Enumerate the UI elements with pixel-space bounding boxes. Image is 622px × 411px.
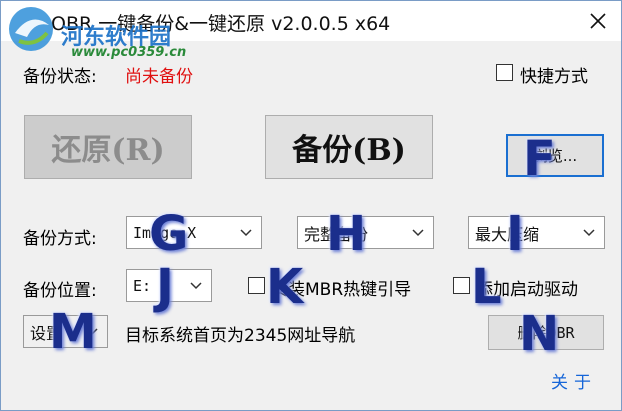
browse-button[interactable]: 浏览... bbox=[506, 134, 604, 177]
compression-value: 最大压缩 bbox=[475, 224, 540, 244]
close-button[interactable] bbox=[575, 1, 621, 41]
restore-button[interactable]: 还原(R) bbox=[24, 115, 192, 179]
watermark-url: www.pc0359.cn bbox=[71, 45, 187, 60]
watermark-logo-icon bbox=[9, 7, 53, 51]
drive-select-value: E: bbox=[133, 276, 152, 295]
image-select-value: Image:X bbox=[133, 223, 197, 242]
chevron-down-icon bbox=[86, 327, 98, 335]
app-window: OBR 一键备份&一键还原 v2.0.0.5 x64 河东软件园 www.pc0… bbox=[0, 0, 622, 411]
homepage-note: 目标系统首页为2345网址导航 bbox=[125, 326, 356, 346]
install-hotkey-checkbox[interactable] bbox=[248, 277, 265, 294]
add-boot-driver-label: 添加启动驱动 bbox=[476, 280, 578, 300]
status-value: 尚未备份 bbox=[125, 67, 193, 87]
image-select[interactable]: Image:X bbox=[126, 216, 262, 249]
chevron-down-icon bbox=[412, 228, 424, 236]
backup-button[interactable]: 备份(B) bbox=[265, 115, 433, 179]
drive-select[interactable]: E: bbox=[126, 269, 212, 302]
backup-location-label: 备份位置: bbox=[23, 281, 97, 301]
close-icon bbox=[590, 13, 606, 29]
chevron-down-icon bbox=[583, 228, 595, 236]
backup-mode-label: 备份方式: bbox=[23, 229, 97, 249]
install-hotkey-label: 安装MBR热键引导 bbox=[271, 280, 412, 300]
status-label: 备份状态: bbox=[23, 67, 97, 87]
shortcut-checkbox[interactable] bbox=[496, 64, 513, 81]
chevron-down-icon bbox=[190, 281, 202, 289]
backup-type-select[interactable]: 完整备份 bbox=[297, 216, 434, 249]
chevron-down-icon bbox=[240, 228, 252, 236]
add-boot-driver-checkbox[interactable] bbox=[453, 277, 470, 294]
about-link[interactable]: 关于 bbox=[551, 368, 597, 393]
settings-select-value: 设置 bbox=[30, 323, 63, 343]
settings-select[interactable]: 设置 bbox=[23, 315, 108, 348]
shortcut-label: 快捷方式 bbox=[520, 67, 588, 87]
delete-obr-button[interactable]: 删除OBR bbox=[488, 315, 604, 350]
compression-select[interactable]: 最大压缩 bbox=[468, 216, 605, 249]
backup-type-value: 完整备份 bbox=[304, 224, 369, 244]
